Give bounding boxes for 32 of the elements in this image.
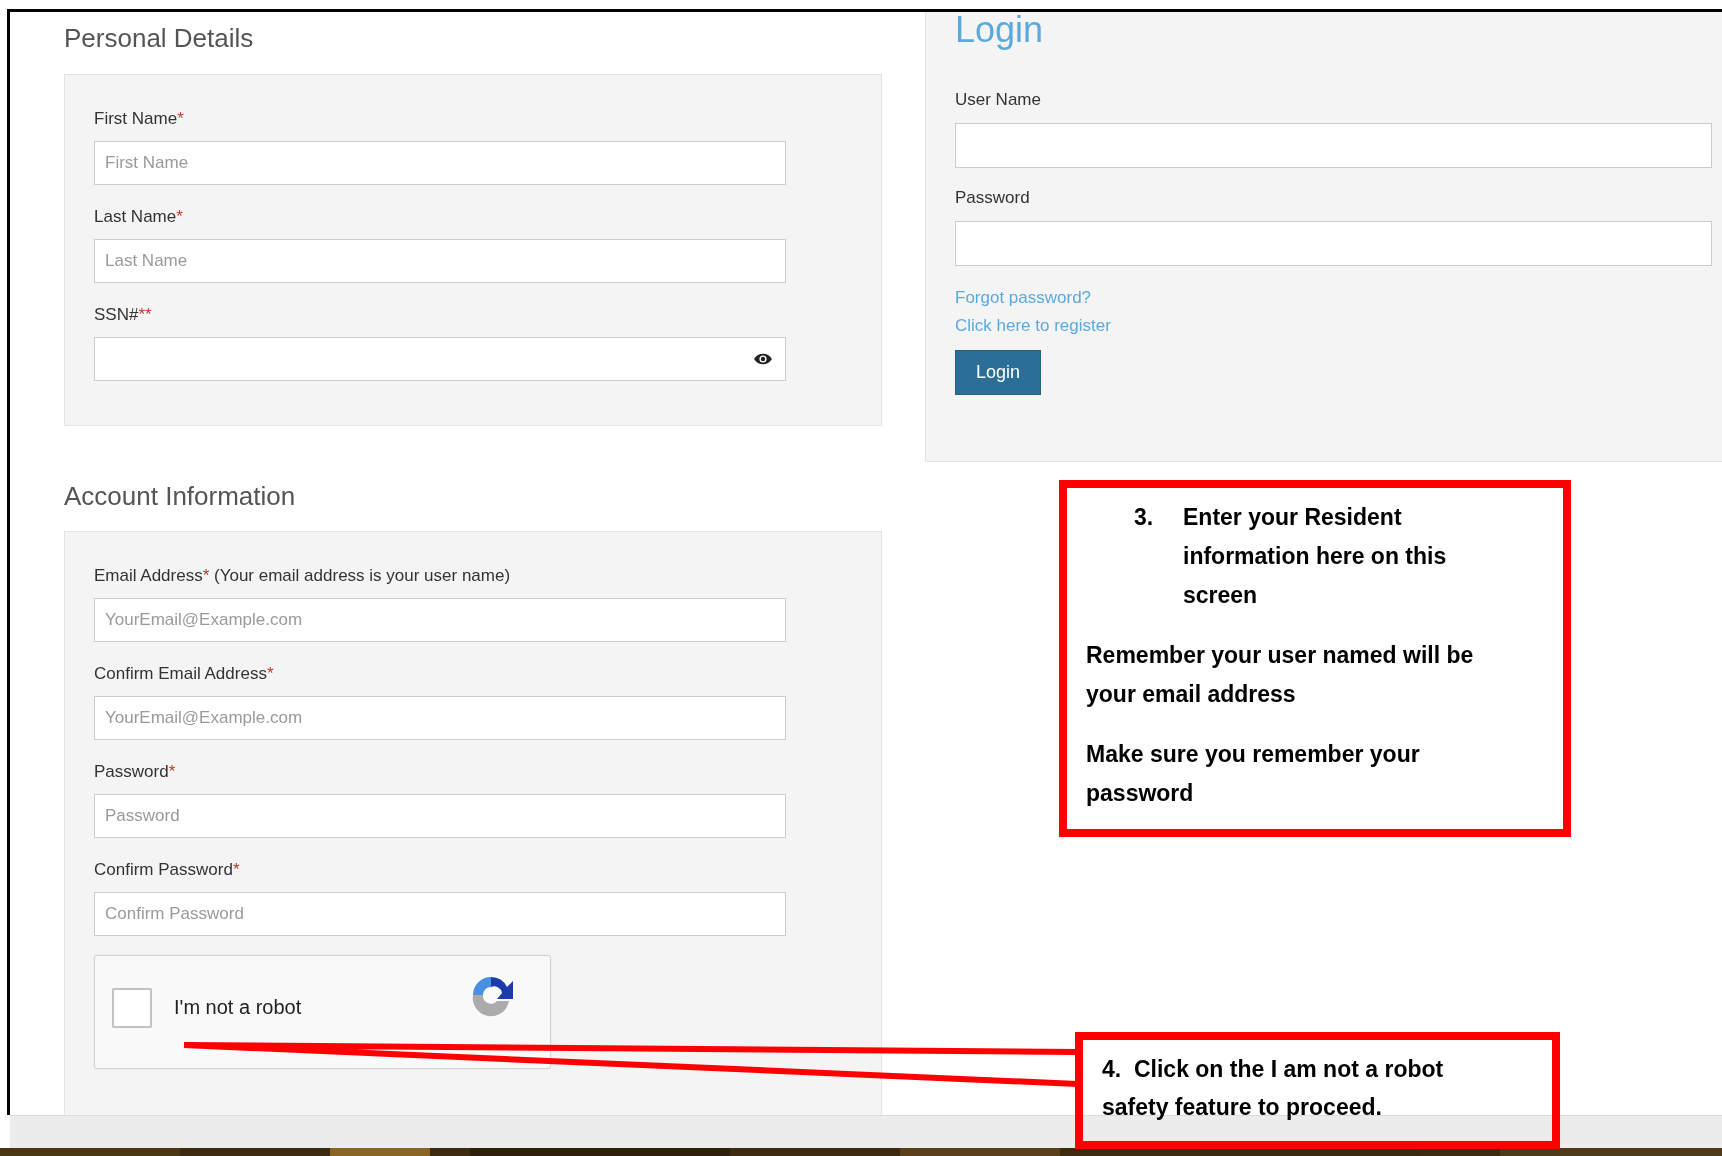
section-heading: Personal Details <box>64 22 255 54</box>
field-label: Last Name* <box>94 206 183 228</box>
input-field[interactable]: First Name <box>94 141 786 185</box>
input-field[interactable]: Last Name <box>94 239 786 283</box>
field-label: Confirm Email Address* <box>94 663 274 685</box>
eye-icon[interactable] <box>753 352 773 366</box>
field-label: Password* <box>94 761 176 783</box>
field-label: SSN#** <box>94 304 152 326</box>
step-number: 3. <box>1134 503 1155 532</box>
callout-text: Enter your Resident information here on this screen <box>1183 503 1448 610</box>
field-label: Email Address* (Your email address is your user name) <box>94 565 511 587</box>
callout-text: Make sure you remember your password <box>1086 740 1421 808</box>
input-field[interactable]: Confirm Password <box>94 892 786 936</box>
input-field[interactable] <box>955 123 1712 168</box>
input-field[interactable]: YourEmail@Example.com <box>94 696 786 740</box>
input-field[interactable]: YourEmail@Example.com <box>94 598 786 642</box>
input-field[interactable] <box>955 221 1712 266</box>
input-field[interactable]: Password <box>94 794 786 838</box>
field-label: First Name* <box>94 108 184 130</box>
login-heading: Login <box>955 12 1044 48</box>
field-label: Password <box>955 187 1030 209</box>
field-label: Confirm Password* <box>94 859 240 881</box>
login-button[interactable]: Login <box>955 350 1041 395</box>
input-field[interactable] <box>94 337 786 381</box>
link[interactable]: Click here to register <box>955 312 1111 340</box>
callout-text: Remember your user named will be your email address <box>1086 641 1475 709</box>
section-heading: Account Information <box>64 480 297 512</box>
checkbox-label: I'm not a robot <box>174 996 302 1019</box>
link[interactable]: Forgot password? <box>955 284 1092 312</box>
checkbox[interactable] <box>112 988 152 1028</box>
callout-text: 4. Click on the I am not a robot safety feature to proceed. <box>1102 1055 1445 1122</box>
field-label: User Name <box>955 89 1041 111</box>
